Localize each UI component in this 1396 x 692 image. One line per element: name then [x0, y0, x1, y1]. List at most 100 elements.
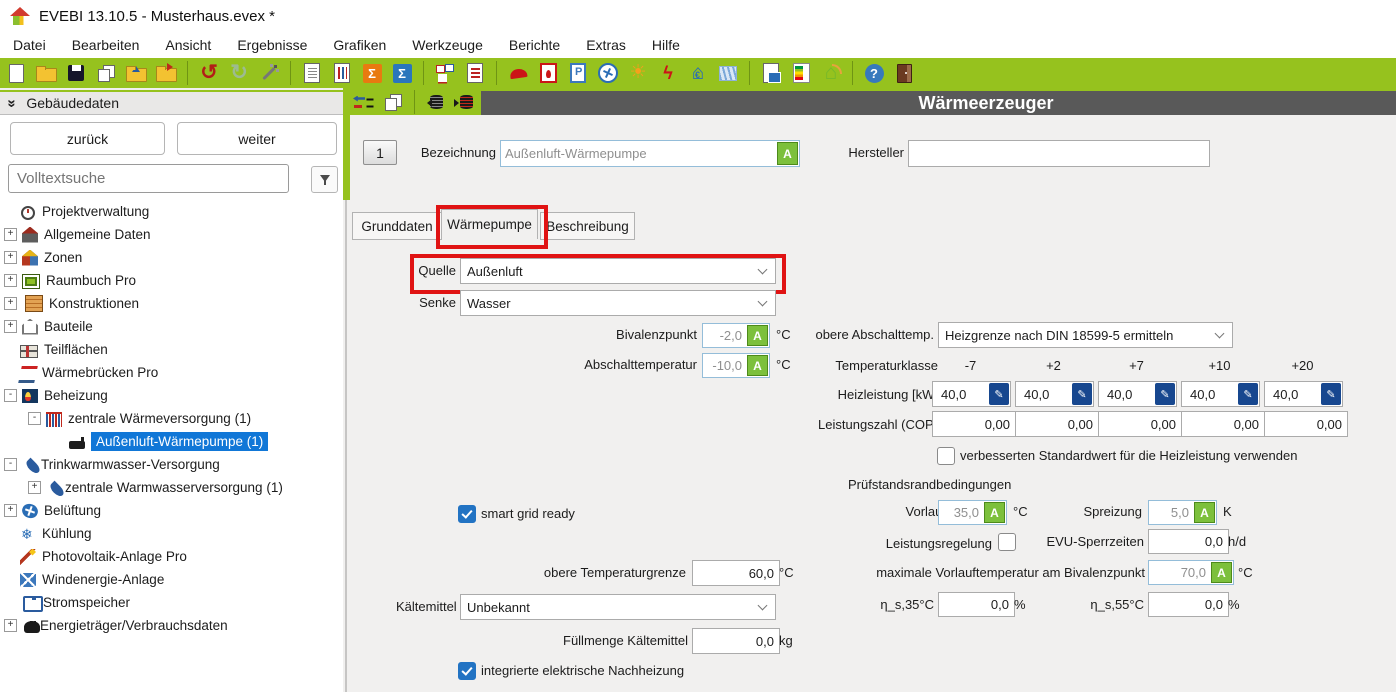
house-renovation-icon[interactable] — [819, 61, 843, 85]
hydraulics-icon[interactable] — [716, 61, 740, 85]
menu-hilfe[interactable]: Hilfe — [639, 37, 693, 53]
boiler-icon[interactable] — [536, 61, 560, 85]
energy-label-icon[interactable] — [789, 61, 813, 85]
bezeichnung-value[interactable]: Außenluft-Wärmepumpe — [501, 141, 776, 166]
hersteller-input[interactable] — [908, 140, 1210, 167]
fuellmenge-field[interactable]: 0,0 — [692, 628, 780, 654]
copy-page-icon[interactable] — [381, 90, 405, 114]
menu-werkzeuge[interactable]: Werkzeuge — [399, 37, 496, 53]
tree-expander[interactable]: + — [4, 320, 17, 333]
heizleistung-field[interactable]: 40,0 — [1015, 381, 1094, 407]
nachheizung-checkbox[interactable] — [458, 662, 476, 680]
menu-ergebnisse[interactable]: Ergebnisse — [224, 37, 320, 53]
leistungszahl-field[interactable]: 0,00 — [1015, 411, 1099, 437]
tree-item-beheizung[interactable]: -Beheizung — [4, 384, 340, 407]
fulltext-search-input[interactable] — [8, 164, 289, 193]
tree-expander[interactable]: + — [4, 251, 17, 264]
edit-pencil-button[interactable] — [1321, 383, 1341, 405]
tree-item-belueftung[interactable]: +Belüftung — [4, 499, 340, 522]
tree-item-projektverwaltung[interactable]: Projektverwaltung — [4, 200, 340, 223]
tree-expander[interactable]: + — [4, 504, 17, 517]
bivalenzpunkt-field[interactable]: -2,0A — [702, 323, 770, 348]
menu-bearbeiten[interactable]: Bearbeiten — [59, 37, 153, 53]
save-icon[interactable] — [64, 61, 88, 85]
roof-icon[interactable] — [506, 61, 530, 85]
tree-expander[interactable]: - — [4, 389, 17, 402]
menu-berichte[interactable]: Berichte — [496, 37, 573, 53]
quelle-select[interactable]: Außenluft — [460, 258, 776, 284]
tree-item-allgemeine-daten[interactable]: +Allgemeine Daten — [4, 223, 340, 246]
tree-expander[interactable]: - — [4, 458, 17, 471]
copy-icon[interactable] — [94, 61, 118, 85]
bezeichnung-field[interactable]: Außenluft-Wärmepumpe A — [500, 140, 800, 167]
sum-heating-icon[interactable] — [360, 61, 384, 85]
filter-button[interactable] — [311, 166, 338, 193]
menu-datei[interactable]: Datei — [0, 37, 59, 53]
chevron-collapse-icon[interactable]: » — [4, 99, 21, 107]
heizleistung-field[interactable]: 40,0 — [1181, 381, 1260, 407]
auto-value-button[interactable]: A — [747, 325, 768, 346]
house-economy-icon[interactable] — [686, 61, 710, 85]
obere-abschalttemp-select[interactable]: Heizgrenze nach DIN 18599-5 ermitteln — [938, 322, 1233, 348]
auto-value-button[interactable]: A — [1194, 502, 1215, 523]
export-project-icon[interactable] — [154, 61, 178, 85]
leistungszahl-field[interactable]: 0,00 — [1264, 411, 1348, 437]
tree-item-energietraeger[interactable]: +Energieträger/Verbrauchsdaten — [4, 614, 340, 637]
edit-pencil-button[interactable] — [1155, 383, 1175, 405]
eta35-field[interactable]: 0,0 — [938, 592, 1015, 617]
auto-value-button[interactable]: A — [984, 502, 1005, 523]
auto-value-button[interactable]: A — [1211, 562, 1232, 583]
ventilation-icon[interactable] — [596, 61, 620, 85]
verbesserter-standardwert-checkbox[interactable] — [937, 447, 955, 465]
vorlauf-field[interactable]: 35,0A — [938, 500, 1007, 525]
smart-grid-checkbox[interactable] — [458, 505, 476, 523]
sum-cooling-icon[interactable] — [390, 61, 414, 85]
tree-item-raumbuch[interactable]: +Raumbuch Pro — [4, 269, 340, 292]
exit-door-icon[interactable] — [892, 61, 916, 85]
heizleistung-field[interactable]: 40,0 — [932, 381, 1011, 407]
undo-icon[interactable] — [197, 61, 221, 85]
report-document-icon[interactable] — [300, 61, 324, 85]
tab-waermepumpe[interactable]: Wärmepumpe — [441, 209, 538, 239]
tree-item-zentrale-waermeversorgung[interactable]: -zentrale Wärmeversorgung (1) — [4, 407, 340, 430]
tree-item-trinkwarmwasser[interactable]: -Trinkwarmwasser-Versorgung — [4, 453, 340, 476]
database-next-icon[interactable] — [454, 90, 478, 114]
edit-pencil-button[interactable] — [989, 383, 1009, 405]
next-button[interactable]: weiter — [177, 122, 337, 155]
heating-pump-document-icon[interactable] — [566, 61, 590, 85]
max-vorlauftemp-field[interactable]: 70,0A — [1148, 560, 1234, 585]
tree-expander[interactable]: + — [28, 481, 41, 494]
spreizung-field[interactable]: 5,0A — [1148, 500, 1217, 525]
heizleistung-field[interactable]: 40,0 — [1098, 381, 1177, 407]
tree-item-zentrale-warmwasserversorgung[interactable]: +zentrale Warmwasserversorgung (1) — [4, 476, 340, 499]
tree-item-zonen[interactable]: +Zonen — [4, 246, 340, 269]
edit-pencil-button[interactable] — [1238, 383, 1258, 405]
leistungsregelung-checkbox[interactable] — [998, 533, 1016, 551]
tree-expander[interactable]: + — [4, 619, 17, 632]
menu-ansicht[interactable]: Ansicht — [152, 37, 224, 53]
report-screen-icon[interactable] — [759, 61, 783, 85]
help-icon[interactable] — [862, 61, 886, 85]
evu-sperrzeiten-field[interactable]: 0,0 — [1148, 529, 1229, 554]
tree-expander[interactable]: + — [4, 274, 17, 287]
edit-pencil-button[interactable] — [1072, 383, 1092, 405]
new-file-icon[interactable] — [4, 61, 28, 85]
sort-filter-icon[interactable] — [351, 90, 375, 114]
leistungszahl-field[interactable]: 0,00 — [1098, 411, 1182, 437]
tree-item-teilflaechen[interactable]: Teilflächen — [4, 338, 340, 361]
tree-item-stromspeicher[interactable]: Stromspeicher — [4, 591, 340, 614]
kaeltemittel-select[interactable]: Unbekannt — [460, 594, 776, 620]
tree-item-konstruktionen[interactable]: +Konstruktionen — [4, 292, 340, 315]
tree-expander[interactable]: + — [4, 228, 17, 241]
tree-item-aussenluft-waermepumpe[interactable]: Außenluft-Wärmepumpe (1) — [4, 430, 340, 453]
panel-splitter[interactable] — [343, 88, 350, 200]
database-previous-icon[interactable] — [424, 90, 448, 114]
tab-grunddaten[interactable]: Grunddaten — [352, 212, 442, 240]
electricity-bolt-icon[interactable] — [656, 61, 680, 85]
sidebar-header[interactable]: » Gebäudedaten — [0, 90, 343, 115]
menu-grafiken[interactable]: Grafiken — [320, 37, 399, 53]
open-folder-icon[interactable] — [34, 61, 58, 85]
leistungszahl-field[interactable]: 0,00 — [932, 411, 1016, 437]
import-project-icon[interactable] — [124, 61, 148, 85]
auto-value-button[interactable]: A — [777, 142, 798, 165]
